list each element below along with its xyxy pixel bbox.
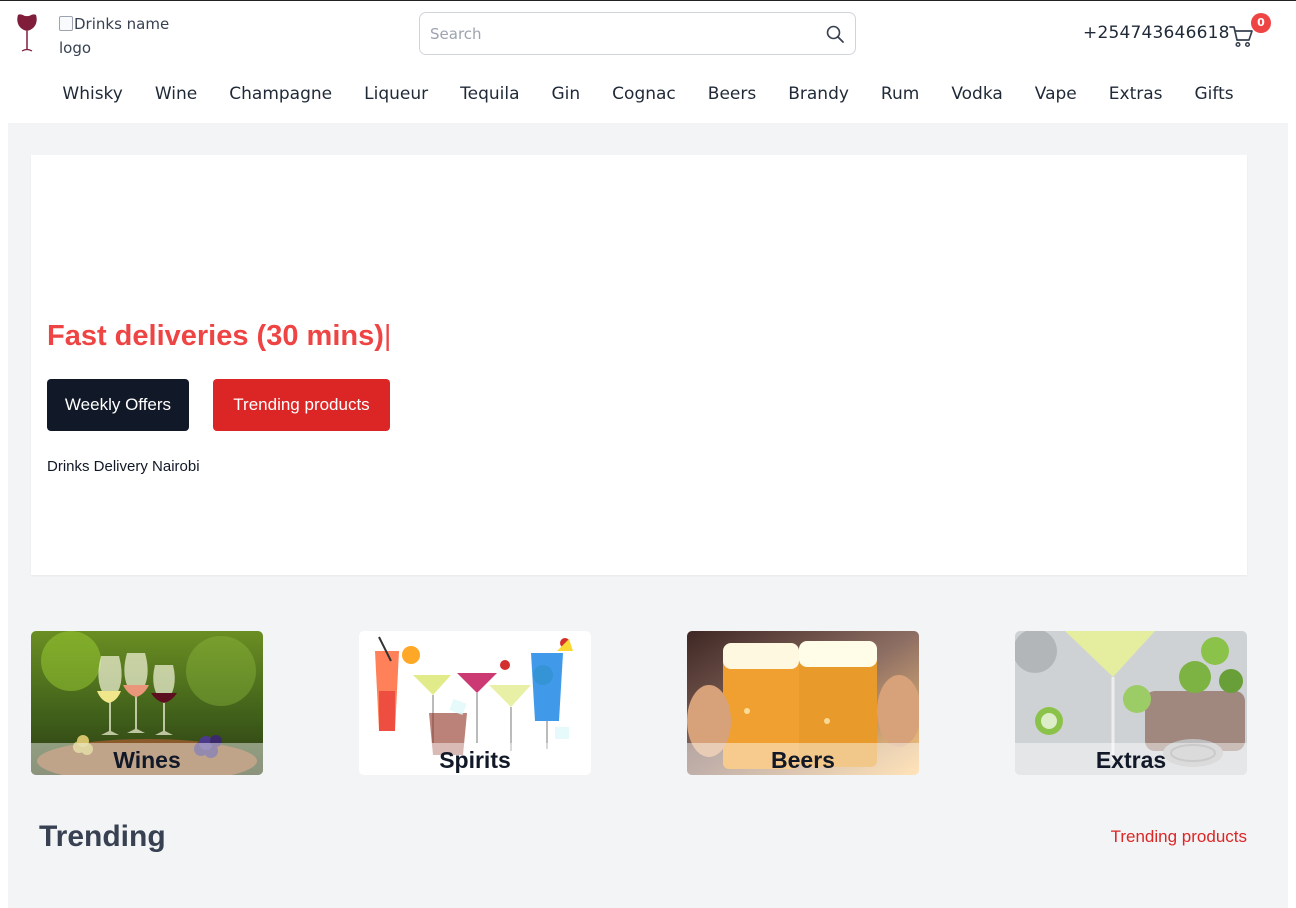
- nav-item-gin[interactable]: Gin: [536, 81, 597, 111]
- trending-section-title: Trending: [39, 820, 166, 853]
- broken-image-icon: [59, 16, 73, 31]
- trending-products-button[interactable]: Trending products: [213, 379, 390, 431]
- logo-alt-label: Drinks name logo: [59, 15, 170, 57]
- category-label: Spirits: [439, 747, 511, 773]
- nav-item-beers[interactable]: Beers: [692, 81, 772, 111]
- search-box: [419, 12, 856, 55]
- nav-item-champagne[interactable]: Champagne: [213, 81, 348, 111]
- nav-item-tequila[interactable]: Tequila: [444, 81, 535, 111]
- nav-item-rum[interactable]: Rum: [865, 81, 935, 111]
- hero-title: Fast deliveries (30 mins)|: [47, 320, 391, 353]
- category-label: Extras: [1095, 747, 1167, 773]
- brand-logo-alt-text[interactable]: Drinks name logo: [59, 12, 189, 60]
- search-input[interactable]: [430, 22, 810, 46]
- category-card-wines[interactable]: Wines: [31, 631, 263, 775]
- trending-products-link[interactable]: Trending products: [1111, 827, 1247, 847]
- wine-glass-logo-icon[interactable]: [14, 11, 40, 55]
- search-icon[interactable]: [825, 24, 845, 44]
- cart-count-badge: 0: [1251, 13, 1271, 33]
- phone-number[interactable]: +254743646618: [1083, 23, 1230, 43]
- nav-item-gifts[interactable]: Gifts: [1179, 81, 1250, 111]
- main-content: Fast deliveries (30 mins)| Weekly Offers…: [8, 123, 1288, 908]
- nav-item-liqueur[interactable]: Liqueur: [348, 81, 444, 111]
- category-label: Beers: [771, 747, 835, 773]
- nav-item-whisky[interactable]: Whisky: [46, 81, 138, 111]
- category-card-beers[interactable]: Beers: [687, 631, 919, 775]
- nav-item-wine[interactable]: Wine: [139, 81, 213, 111]
- nav-item-vodka[interactable]: Vodka: [935, 81, 1018, 111]
- typing-cursor: |: [383, 320, 392, 352]
- nav-item-brandy[interactable]: Brandy: [772, 81, 865, 111]
- hero-subtitle: Drinks Delivery Nairobi: [47, 458, 200, 475]
- hero-title-text: Fast deliveries (30 mins): [47, 320, 384, 352]
- cart-icon[interactable]: [1228, 23, 1254, 49]
- site-header: Drinks name logo +254743646618 0 Whisky …: [0, 1, 1296, 123]
- category-label: Wines: [113, 747, 181, 773]
- nav-item-extras[interactable]: Extras: [1093, 81, 1179, 111]
- hero-banner: Fast deliveries (30 mins)| Weekly Offers…: [31, 155, 1247, 575]
- nav-item-vape[interactable]: Vape: [1019, 81, 1093, 111]
- category-nav: Whisky Wine Champagne Liqueur Tequila Gi…: [0, 81, 1296, 111]
- nav-item-cognac[interactable]: Cognac: [596, 81, 692, 111]
- category-card-spirits[interactable]: Spirits: [359, 631, 591, 775]
- category-card-extras[interactable]: Extras: [1015, 631, 1247, 775]
- weekly-offers-button[interactable]: Weekly Offers: [47, 379, 189, 431]
